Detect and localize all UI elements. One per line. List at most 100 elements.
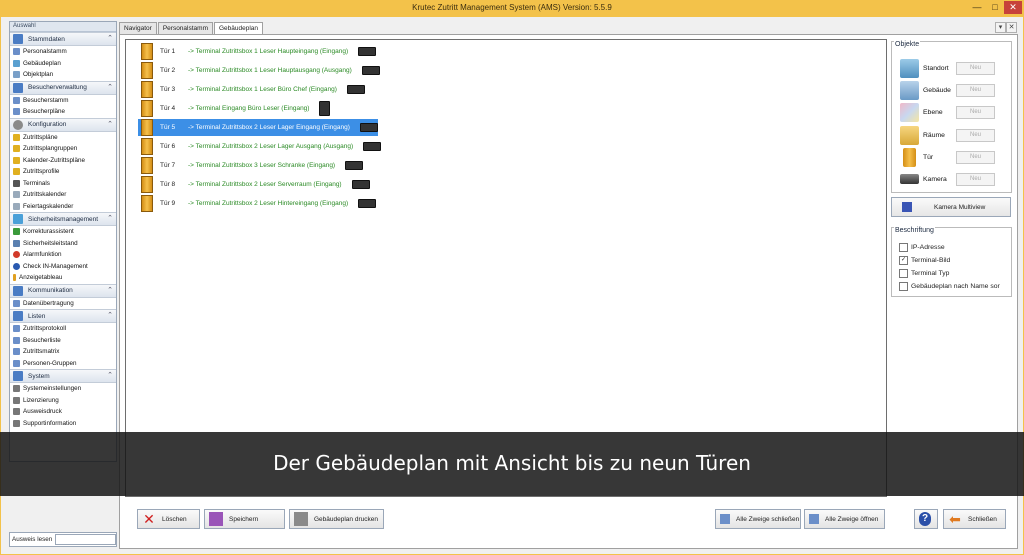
sidebar-header: Auswahl bbox=[10, 22, 116, 32]
save-disk-icon bbox=[209, 512, 223, 526]
new-kamera-button[interactable]: Neu bbox=[956, 172, 995, 186]
collapse-chevron-icon[interactable]: ⌃ bbox=[107, 34, 113, 42]
help-button[interactable]: ? bbox=[914, 509, 938, 529]
option-terminal-bild[interactable]: ✓ Terminal-Bild bbox=[899, 254, 950, 266]
floor-layers-icon bbox=[900, 102, 919, 122]
checkmark-icon bbox=[13, 228, 20, 236]
door-icon bbox=[141, 157, 153, 174]
door-row[interactable]: Tür 7 -> Terminal Zutrittsbox 3 Leser Sch… bbox=[138, 157, 364, 174]
object-row-ebene: Ebene Neu bbox=[900, 102, 1008, 122]
help-icon: ? bbox=[919, 512, 931, 526]
tab-list-icon[interactable]: ▾ bbox=[995, 22, 1006, 33]
group-system[interactable]: System ⌃ bbox=[10, 369, 116, 383]
close-button[interactable]: ⬅ Schließen bbox=[943, 509, 1006, 529]
sidebar-item-systemeinstellungen[interactable]: Systemeinstellungen bbox=[10, 383, 116, 395]
sidebar-item-besucherliste[interactable]: Besucherliste bbox=[10, 335, 116, 347]
collapse-chevron-icon[interactable]: ⌃ bbox=[107, 83, 113, 91]
new-standort-button[interactable]: Neu bbox=[956, 61, 995, 75]
sort-by-name-checkbox[interactable] bbox=[899, 281, 908, 291]
group-listen[interactable]: Listen ⌃ bbox=[10, 309, 116, 323]
sidebar-item-alarmfunktion[interactable]: Alarmfunktion bbox=[10, 249, 116, 261]
matrix-icon bbox=[13, 348, 20, 356]
save-button[interactable]: Speichern bbox=[204, 509, 285, 529]
collapse-chevron-icon[interactable]: ⌃ bbox=[107, 371, 113, 379]
sidebar-item-zutrittsprotokoll[interactable]: Zutrittsprotokoll bbox=[10, 323, 116, 335]
sidebar-item-feiertagskalender[interactable]: Feiertagskalender bbox=[10, 201, 116, 213]
sidebar-item-korrekturassistent[interactable]: Korrekturassistent bbox=[10, 226, 116, 238]
terminal-typ-checkbox[interactable] bbox=[899, 268, 908, 278]
collapse-chevron-icon[interactable]: ⌃ bbox=[107, 286, 113, 294]
group-besucherverwaltung[interactable]: Besucherverwaltung ⌃ bbox=[10, 80, 116, 95]
option-ip-adresse[interactable]: IP-Adresse bbox=[899, 241, 945, 253]
sidebar-item-lizenzierung[interactable]: Lizenzierung bbox=[10, 395, 116, 407]
door-label: Tür 2 bbox=[160, 67, 176, 74]
tab-strip: Navigator Personalstamm Gebäudeplan bbox=[119, 22, 264, 35]
door-row[interactable]: Tür 6 -> Terminal Zutrittsbox 2 Leser Lag… bbox=[138, 138, 382, 155]
sidebar-item-ausweisdruck[interactable]: Ausweisdruck bbox=[10, 406, 116, 418]
badge-reader-input[interactable] bbox=[55, 534, 116, 545]
group-konfiguration[interactable]: Konfiguration ⌃ bbox=[10, 117, 116, 132]
new-ebene-button[interactable]: Neu bbox=[956, 105, 995, 119]
calendar-icon bbox=[13, 191, 20, 199]
collapse-chevron-icon[interactable]: ⌃ bbox=[107, 214, 113, 222]
exclamation-icon bbox=[13, 274, 16, 282]
new-raeume-button[interactable]: Neu bbox=[956, 128, 995, 142]
sidebar-item-terminals[interactable]: Terminals bbox=[10, 178, 116, 190]
close-tab-icon[interactable]: ✕ bbox=[1006, 22, 1017, 33]
group-stammdaten[interactable]: Stammdaten ⌃ bbox=[10, 32, 116, 46]
badge-reader-label: Ausweis lesen bbox=[12, 536, 53, 543]
new-gebaeude-button[interactable]: Neu bbox=[956, 83, 995, 97]
sidebar-item-kalender-zutrittsplaene[interactable]: Kalender-Zutrittspläne bbox=[10, 155, 116, 167]
sidebar-item-zutrittsplaene[interactable]: Zutrittspläne bbox=[10, 132, 116, 144]
ip-adresse-checkbox[interactable] bbox=[899, 242, 908, 252]
sidebar-item-sicherheitsleitstand[interactable]: Sicherheitsleitstand bbox=[10, 238, 116, 250]
sidebar-item-check-in-management[interactable]: Check IN-Management bbox=[10, 261, 116, 273]
group-sicherheitsmanagement[interactable]: Sicherheitsmanagement ⌃ bbox=[10, 212, 116, 226]
object-row-standort: Standort Neu bbox=[900, 58, 1008, 78]
door-terminal-link: -> Terminal Zutrittsbox 2 Leser Lager Au… bbox=[188, 143, 354, 150]
sidebar-item-personen-gruppen[interactable]: Personen-Gruppen bbox=[10, 358, 116, 370]
collapse-chevron-icon[interactable]: ⌃ bbox=[107, 311, 113, 319]
sidebar-item-besucherstamm[interactable]: Besucherstamm bbox=[10, 95, 116, 107]
sidebar: Auswahl Stammdaten ⌃ Personalstamm Gebäud… bbox=[9, 21, 117, 462]
terminal-bild-checkbox[interactable]: ✓ bbox=[899, 255, 908, 265]
door-row[interactable]: Tür 4 -> Terminal Eingang Büro Leser (Ein… bbox=[138, 100, 331, 117]
close-window-button[interactable]: ✕ bbox=[1004, 1, 1022, 14]
camera-multiview-button[interactable]: Kamera Multiview bbox=[891, 197, 1011, 217]
sidebar-item-besucherplaene[interactable]: Besucherpläne bbox=[10, 106, 116, 118]
sidebar-item-anzeigetableau[interactable]: Anzeigetableau bbox=[10, 272, 116, 284]
sidebar-item-objektplan[interactable]: Objektplan bbox=[10, 69, 116, 81]
caption-banner: Der Gebäudeplan mit Ansicht bis zu neun … bbox=[0, 432, 1024, 496]
door-row[interactable]: Tür 1 -> Terminal Zutrittsbox 1 Leser Hau… bbox=[138, 43, 377, 60]
sidebar-item-zutrittsprofile[interactable]: Zutrittsprofile bbox=[10, 166, 116, 178]
door-row[interactable]: Tür 8 -> Terminal Zutrittsbox 2 Leser Ser… bbox=[138, 176, 370, 193]
sidebar-item-zutrittskalender[interactable]: Zutrittskalender bbox=[10, 189, 116, 201]
new-tuer-button[interactable]: Neu bbox=[956, 150, 995, 164]
option-sort-by-name[interactable]: Gebäudeplan nach Name sor bbox=[899, 280, 1000, 292]
collapse-all-button[interactable]: Alle Zweige schließen bbox=[715, 509, 801, 529]
option-terminal-typ[interactable]: Terminal Typ bbox=[899, 267, 949, 279]
door-label: Tür 8 bbox=[160, 181, 176, 188]
plan-icon bbox=[13, 108, 20, 116]
door-row[interactable]: Tür 3 -> Terminal Zutrittsbox 1 Leser Bür… bbox=[138, 81, 365, 98]
tab-personalstamm[interactable]: Personalstamm bbox=[157, 22, 213, 34]
expand-all-button[interactable]: Alle Zweige öffnen bbox=[804, 509, 885, 529]
door-row[interactable]: Tür 5 -> Terminal Zutrittsbox 2 Leser Lag… bbox=[138, 119, 378, 136]
maximize-button[interactable]: □ bbox=[986, 1, 1004, 14]
door-row[interactable]: Tür 9 -> Terminal Zutrittsbox 2 Leser Hin… bbox=[138, 195, 377, 212]
sidebar-item-personalstamm[interactable]: Personalstamm bbox=[10, 46, 116, 58]
sidebar-item-supportinformation[interactable]: Supportinformation bbox=[10, 418, 116, 430]
sidebar-item-zutrittsmatrix[interactable]: Zutrittsmatrix bbox=[10, 346, 116, 358]
sidebar-item-datenuebertragung[interactable]: Datenübertragung bbox=[10, 298, 116, 310]
minimize-button[interactable]: — bbox=[968, 1, 986, 14]
sidebar-item-gebaeudeplan[interactable]: Gebäudeplan bbox=[10, 58, 116, 70]
delete-button[interactable]: ✕ Löschen bbox=[137, 509, 200, 529]
group-kommunikation[interactable]: Kommunikation ⌃ bbox=[10, 283, 116, 298]
tab-navigator[interactable]: Navigator bbox=[119, 22, 157, 34]
sidebar-item-zutrittsplangruppen[interactable]: Zutrittsplangruppen bbox=[10, 143, 116, 155]
collapse-chevron-icon[interactable]: ⌃ bbox=[107, 120, 113, 128]
door-terminal-link: -> Terminal Zutrittsbox 1 Leser Hauptein… bbox=[188, 48, 349, 55]
door-row[interactable]: Tür 2 -> Terminal Zutrittsbox 1 Leser Hau… bbox=[138, 62, 380, 79]
building-icon bbox=[13, 59, 20, 67]
print-plan-button[interactable]: Gebäudeplan drucken bbox=[289, 509, 384, 529]
